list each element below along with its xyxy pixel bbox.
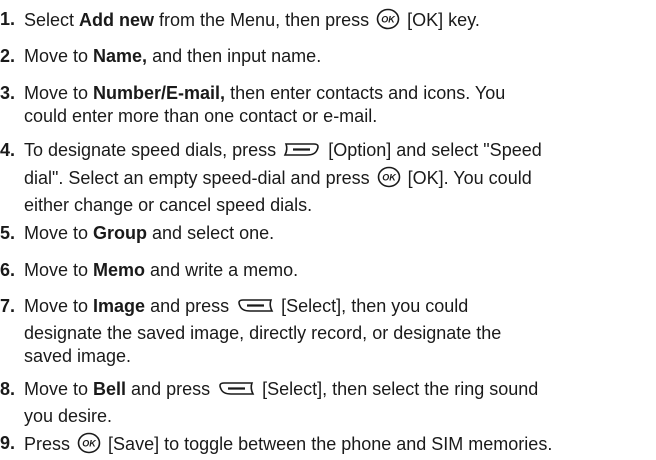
svg-text:OK: OK bbox=[381, 15, 396, 25]
step-number: 6. bbox=[0, 260, 16, 280]
step-5: 5. Move to Group and select one. bbox=[0, 222, 646, 245]
svg-text:OK: OK bbox=[82, 439, 97, 449]
step-text: Move to Bell and press [Select], then se… bbox=[24, 379, 539, 426]
ok-key-icon: OK bbox=[77, 432, 101, 460]
step-text: Move to Group and select one. bbox=[24, 223, 275, 243]
step-text: Move to Number/E-mail, then enter contac… bbox=[24, 83, 506, 126]
step-number: 3. bbox=[0, 83, 16, 103]
step-2: 2. Move to Name, and then input name. bbox=[0, 45, 646, 68]
step-text: Move to Memo and write a memo. bbox=[24, 260, 299, 280]
right-softkey-icon bbox=[236, 296, 274, 322]
step-4: 4. To designate speed dials, press [Optio… bbox=[0, 139, 646, 217]
step-7: 7. Move to Image and press [Select], then… bbox=[0, 295, 646, 368]
right-softkey-icon bbox=[217, 379, 255, 405]
image-label: Image bbox=[93, 296, 146, 316]
step-number: 1. bbox=[0, 9, 16, 29]
memo-label: Memo bbox=[93, 260, 146, 280]
ok-key-icon: OK bbox=[377, 166, 401, 194]
step-6: 6. Move to Memo and write a memo. bbox=[0, 259, 646, 282]
number-email-label: Number/E-mail, bbox=[93, 83, 226, 103]
svg-text:OK: OK bbox=[382, 173, 397, 183]
instruction-steps: 1. Select Add new from the Menu, then pre… bbox=[0, 0, 656, 459]
step-text: Press OK [Save] to toggle between the ph… bbox=[24, 432, 644, 460]
step-text: Select Add new from the Menu, then press… bbox=[24, 8, 644, 36]
left-softkey-icon bbox=[283, 140, 321, 166]
step-9: 9. Press OK [Save] to toggle between the … bbox=[0, 432, 646, 460]
step-8: 8. Move to Bell and press [Select], then … bbox=[0, 378, 646, 428]
step-number: 9. bbox=[0, 433, 16, 453]
ok-key-icon: OK bbox=[376, 8, 400, 36]
step-text: To designate speed dials, press [Option]… bbox=[24, 140, 542, 215]
step-number: 4. bbox=[0, 140, 16, 160]
bell-label: Bell bbox=[93, 379, 127, 399]
step-text: Move to Name, and then input name. bbox=[24, 46, 322, 66]
step-number: 7. bbox=[0, 296, 16, 316]
step-text: Move to Image and press [Select], then y… bbox=[24, 296, 502, 366]
step-number: 8. bbox=[0, 379, 16, 399]
step-3: 3. Move to Number/E-mail, then enter cont… bbox=[0, 82, 646, 128]
add-new-label: Add new bbox=[79, 10, 155, 30]
name-label: Name, bbox=[93, 46, 148, 66]
step-number: 5. bbox=[0, 223, 16, 243]
step-number: 2. bbox=[0, 46, 16, 66]
step-1: 1. Select Add new from the Menu, then pre… bbox=[0, 8, 646, 36]
group-label: Group bbox=[93, 223, 148, 243]
